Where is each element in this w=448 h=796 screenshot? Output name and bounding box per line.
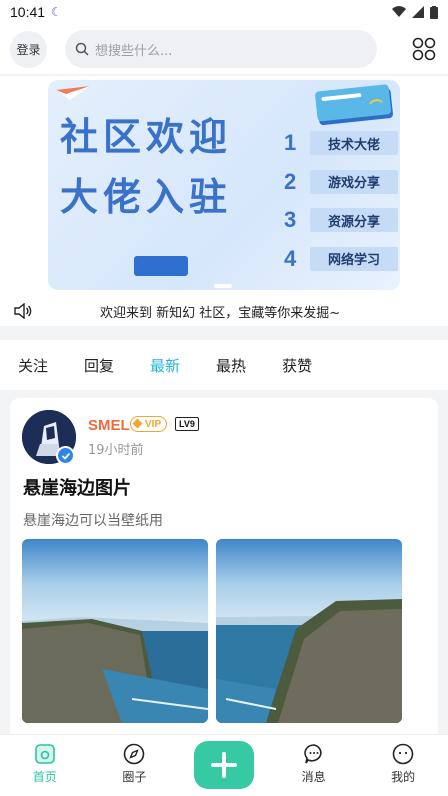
top-bar: 登录 想搜些什么... (0, 24, 448, 74)
tab-latest[interactable]: 最新 (150, 355, 180, 376)
tab-follow[interactable]: 关注 (18, 355, 48, 376)
feature-label: 网络学习 (310, 246, 398, 271)
nav-label: 圈子 (122, 770, 147, 784)
notice-bar[interactable]: 欢迎来到 新知幻 社区，宝藏等你来发掘~ (0, 298, 448, 324)
banner-page-indicator (214, 284, 232, 288)
banner-headline-2: 大佬入驻 (60, 175, 233, 219)
nav-create[interactable] (179, 735, 269, 796)
banner-feature: 2 游戏分享 (284, 163, 398, 202)
search-placeholder: 想搜些什么... (95, 43, 173, 59)
dnd-moon-icon: ☾ (51, 5, 62, 19)
tab-liked[interactable]: 获赞 (282, 355, 312, 376)
banner-feature: 3 资源分享 (284, 201, 398, 240)
login-button[interactable]: 登录 (10, 30, 47, 68)
chat-bubble-icon (303, 744, 322, 764)
post-card[interactable]: SMEL VIP LV9 19小时前 悬崖海边图片 悬崖海边可以当壁纸用 (10, 398, 438, 748)
signal-icon (412, 6, 424, 18)
status-icons (392, 5, 438, 19)
notice-text: 欢迎来到 新知幻 社区，宝藏等你来发掘~ (100, 305, 341, 321)
post-image[interactable] (22, 539, 208, 723)
nav-home[interactable]: 首页 (0, 735, 90, 796)
profile-face-icon (392, 743, 414, 765)
nav-label: 首页 (32, 770, 57, 784)
post-image[interactable] (216, 539, 402, 723)
banner-feature: 4 网络学习 (284, 240, 398, 279)
feature-number: 2 (284, 168, 297, 194)
feature-number: 1 (284, 130, 297, 156)
status-bar: 10:41 ☾ (0, 0, 448, 24)
feature-label: 技术大佬 (310, 131, 398, 156)
nav-label: 我的 (391, 770, 416, 784)
compass-icon (124, 743, 145, 765)
apps-button[interactable] (410, 35, 438, 63)
nav-label: 消息 (301, 770, 326, 784)
vip-badge: VIP (130, 416, 168, 432)
create-post-button[interactable] (193, 741, 254, 789)
tab-replies[interactable]: 回复 (84, 355, 114, 376)
search-input[interactable]: 想搜些什么... (65, 30, 377, 68)
nav-messages[interactable]: 消息 (269, 735, 359, 796)
battery-icon (430, 5, 438, 19)
feed-tabs: 关注 回复 最新 最热 获赞 (0, 340, 448, 390)
search-icon (75, 42, 89, 56)
feature-number: 4 (284, 245, 297, 271)
banner-headline-1: 社区欢迎 (60, 115, 233, 159)
banner-feature: 1 技术大佬 (284, 124, 398, 163)
feature-label: 游戏分享 (310, 169, 398, 194)
speaker-icon (14, 303, 32, 319)
plus-icon (210, 752, 237, 778)
cards-illustration (315, 84, 393, 126)
post-body: 悬崖海边可以当壁纸用 (23, 513, 163, 529)
tab-hottest[interactable]: 最热 (216, 355, 246, 376)
home-icon (34, 744, 55, 764)
banner-cta-button[interactable] (134, 256, 188, 276)
banner-section: 社区欢迎 大佬入驻 1 技术大佬 2 游戏分享 3 资源分享 4 网络学习 欢迎来到 新… (0, 76, 448, 326)
clock: 10:41 (10, 4, 46, 20)
banner-feature-list: 1 技术大佬 2 游戏分享 3 资源分享 4 网络学习 (284, 124, 398, 278)
feature-number: 3 (284, 207, 297, 233)
wifi-icon (392, 6, 406, 18)
bottom-nav: 首页 圈子 消息 我的 (0, 734, 448, 796)
nav-profile[interactable]: 我的 (358, 735, 448, 796)
post-title[interactable]: 悬崖海边图片 (23, 474, 131, 500)
paper-plane-icon (56, 86, 90, 100)
nav-circle[interactable]: 圈子 (90, 735, 180, 796)
promo-banner[interactable]: 社区欢迎 大佬入驻 1 技术大佬 2 游戏分享 3 资源分享 4 网络学习 (48, 80, 400, 290)
post-time: 19小时前 (88, 443, 144, 458)
feature-label: 资源分享 (310, 208, 398, 233)
apps-grid-icon (412, 37, 436, 61)
level-badge: LV9 (175, 417, 199, 431)
username[interactable]: SMEL (88, 417, 130, 434)
verified-badge-icon (56, 446, 75, 465)
